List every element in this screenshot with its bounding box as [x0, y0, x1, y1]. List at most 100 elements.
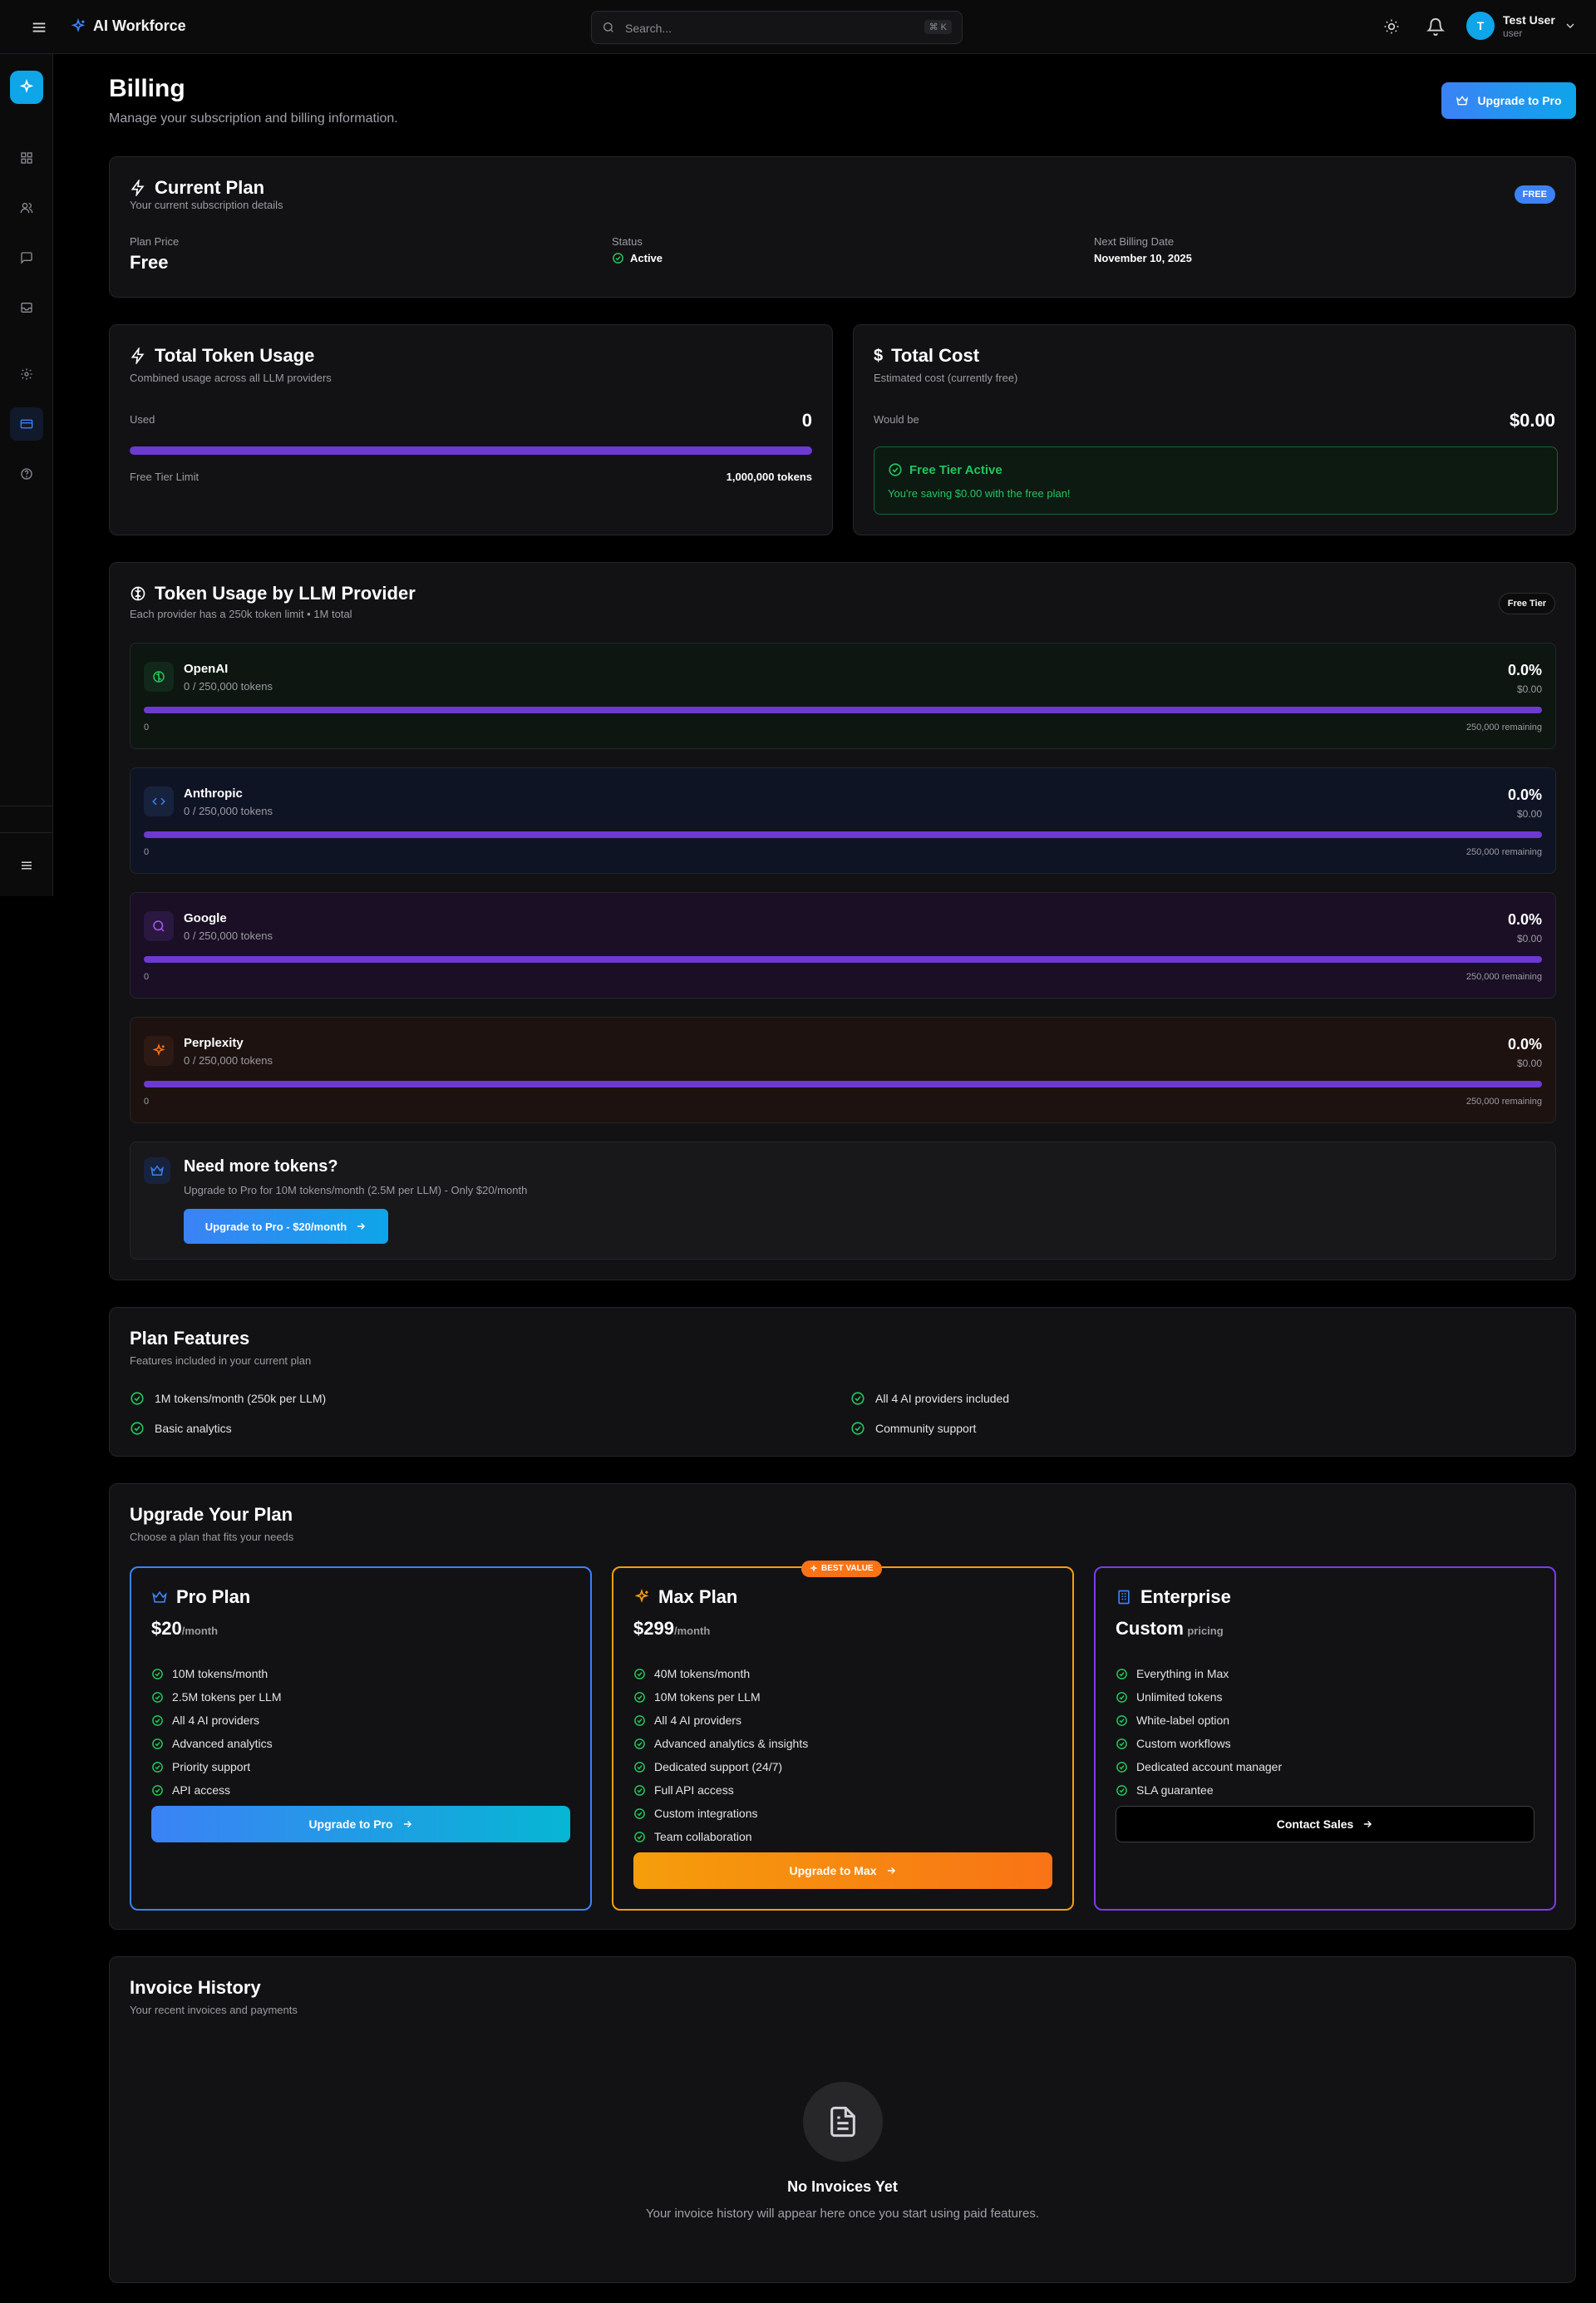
empty-invoices-title: No Invoices Yet — [787, 2178, 898, 2195]
sidebar-item-chat[interactable] — [10, 241, 43, 274]
menu-icon[interactable] — [30, 18, 48, 37]
sparkles-icon — [634, 1589, 649, 1603]
plan-price-amount: $20 — [151, 1618, 182, 1639]
check-circle-icon — [634, 1761, 645, 1773]
check-circle-icon — [1116, 1691, 1127, 1703]
used-label: Used — [130, 413, 155, 426]
search-input[interactable]: Search... ⌘ K — [591, 11, 963, 44]
app-logo[interactable]: AI Workforce — [70, 17, 186, 35]
check-circle-icon — [851, 1392, 864, 1405]
sidebar-item-settings[interactable] — [10, 358, 43, 391]
plan-price-period: /month — [181, 1625, 219, 1637]
check-circle-icon — [613, 253, 623, 264]
upgrade-to-pro-plan-button[interactable]: Upgrade to Pro — [151, 1806, 570, 1842]
upgrade-to-pro-button[interactable]: Upgrade to Pro — [1441, 82, 1576, 119]
provider-progress-bar — [144, 707, 1542, 713]
feature-text: Basic analytics — [155, 1422, 232, 1435]
notifications-bell-icon[interactable] — [1426, 17, 1446, 40]
plan-features-card: Plan Features Features included in your … — [109, 1307, 1576, 1457]
users-icon — [20, 203, 33, 214]
contact-sales-label: Contact Sales — [1276, 1817, 1354, 1831]
plan-feature: Dedicated support (24/7) — [633, 1755, 808, 1778]
free-tier-active-title: Free Tier Active — [909, 462, 1002, 477]
provider-card-perplexity: Perplexity 0 / 250,000 tokens 0.0% $0.00… — [130, 1017, 1556, 1123]
check-circle-icon — [634, 1668, 645, 1679]
plan-feature: SLA guarantee — [1116, 1778, 1282, 1802]
provider-tokens: 0 / 250,000 tokens — [184, 680, 273, 693]
upgrade-to-max-button[interactable]: Upgrade to Max — [633, 1852, 1052, 1889]
upgrade-plans-subtitle: Choose a plan that fits your needs — [130, 1531, 294, 1543]
provider-used: 0 — [144, 972, 150, 982]
plan-feature-list: Everything in Max Unlimited tokens White… — [1116, 1662, 1282, 1802]
sidebar-item-dashboard[interactable] — [10, 141, 43, 175]
sidebar — [0, 54, 53, 896]
current-plan-title-text: Current Plan — [155, 177, 265, 198]
free-tier-active-heading: Free Tier Active — [888, 462, 1002, 477]
provider-card-google: Google 0 / 250,000 tokens 0.0% $0.00 0 2… — [130, 892, 1556, 999]
plan-feature-text: Team collaboration — [654, 1830, 752, 1843]
plan-price-label: Plan Price — [130, 235, 180, 248]
plan-price: Custom pricing — [1116, 1618, 1224, 1640]
token-usage-subtitle: Combined usage across all LLM providers — [130, 372, 332, 384]
token-usage-title-text: Total Token Usage — [155, 345, 315, 366]
check-circle-icon — [152, 1738, 163, 1749]
upgrade-pro-monthly-button[interactable]: Upgrade to Pro - $20/month — [184, 1209, 388, 1244]
plan-feature: Unlimited tokens — [1116, 1685, 1282, 1709]
free-tier-limit-value: 1,000,000 tokens — [726, 471, 812, 483]
upgrade-to-max-label: Upgrade to Max — [789, 1864, 877, 1877]
token-usage-progress-bar — [130, 446, 812, 455]
provider-progress-bar — [144, 1081, 1542, 1087]
sidebar-item-help[interactable] — [10, 457, 43, 491]
sidebar-logo-sparkles-icon[interactable] — [10, 71, 43, 104]
provider-percent: 0.0% — [1507, 1036, 1542, 1053]
provider-card-anthropic: Anthropic 0 / 250,000 tokens 0.0% $0.00 … — [130, 767, 1556, 874]
sidebar-item-billing[interactable] — [10, 407, 43, 441]
sidebar-collapse-menu-icon[interactable] — [10, 849, 43, 882]
sparkles-icon — [71, 17, 86, 32]
plan-feature-text: All 4 AI providers — [654, 1714, 742, 1727]
provider-progress-bar — [144, 831, 1542, 838]
search-icon — [144, 911, 174, 941]
check-circle-icon — [1116, 1714, 1127, 1726]
plan-feature-text: SLA guarantee — [1136, 1783, 1214, 1797]
page-subtitle: Manage your subscription and billing inf… — [109, 111, 398, 126]
plan-feature: 10M tokens/month — [151, 1662, 282, 1685]
total-cost-title: $ Total Cost — [874, 345, 979, 367]
arrow-right-icon — [1364, 1821, 1372, 1827]
user-menu[interactable]: T Test User user — [1466, 12, 1577, 40]
theme-toggle-sun-icon[interactable] — [1383, 18, 1400, 39]
check-circle-icon — [634, 1738, 645, 1749]
sidebar-divider — [0, 832, 53, 833]
provider-remaining: 250,000 remaining — [1465, 1097, 1542, 1107]
sidebar-item-users[interactable] — [10, 191, 43, 224]
page-title: Billing — [109, 75, 185, 102]
inbox-icon — [21, 303, 32, 313]
plan-price-amount: $299 — [633, 1618, 674, 1639]
provider-tokens: 0 / 250,000 tokens — [184, 1054, 273, 1067]
plan-feature-text: Dedicated support (24/7) — [654, 1760, 783, 1773]
free-tier-active-text: You're saving $0.00 with the free plan! — [888, 487, 1071, 500]
next-billing-label: Next Billing Date — [1094, 235, 1175, 248]
lightning-icon — [131, 180, 145, 196]
plan-price: $299/month — [633, 1618, 710, 1640]
provider-remaining: 250,000 remaining — [1465, 722, 1542, 732]
plan-name-text: Max Plan — [658, 1586, 738, 1607]
plan-price-amount: Custom — [1116, 1618, 1184, 1639]
would-be-value: $0.00 — [1509, 410, 1555, 431]
provider-name: Perplexity — [184, 1036, 244, 1050]
provider-usage-title: Token Usage by LLM Provider — [130, 583, 416, 604]
feature-text: Community support — [875, 1422, 977, 1435]
gear-icon — [21, 368, 32, 380]
upgrade-to-pro-plan-label: Upgrade to Pro — [308, 1817, 393, 1831]
plan-price-value: Free — [130, 252, 169, 273]
upgrade-to-pro-label: Upgrade to Pro — [1477, 94, 1562, 107]
provider-percent: 0.0% — [1507, 787, 1542, 803]
current-plan-card: Current Plan Your current subscription d… — [109, 156, 1576, 298]
sidebar-item-inbox[interactable] — [10, 291, 43, 324]
provider-name: Google — [184, 911, 227, 925]
contact-sales-button[interactable]: Contact Sales — [1116, 1806, 1534, 1842]
check-circle-icon — [634, 1691, 645, 1703]
check-circle-icon — [1116, 1784, 1127, 1796]
plan-feature: 40M tokens/month — [633, 1662, 808, 1685]
check-circle-icon — [851, 1422, 864, 1435]
